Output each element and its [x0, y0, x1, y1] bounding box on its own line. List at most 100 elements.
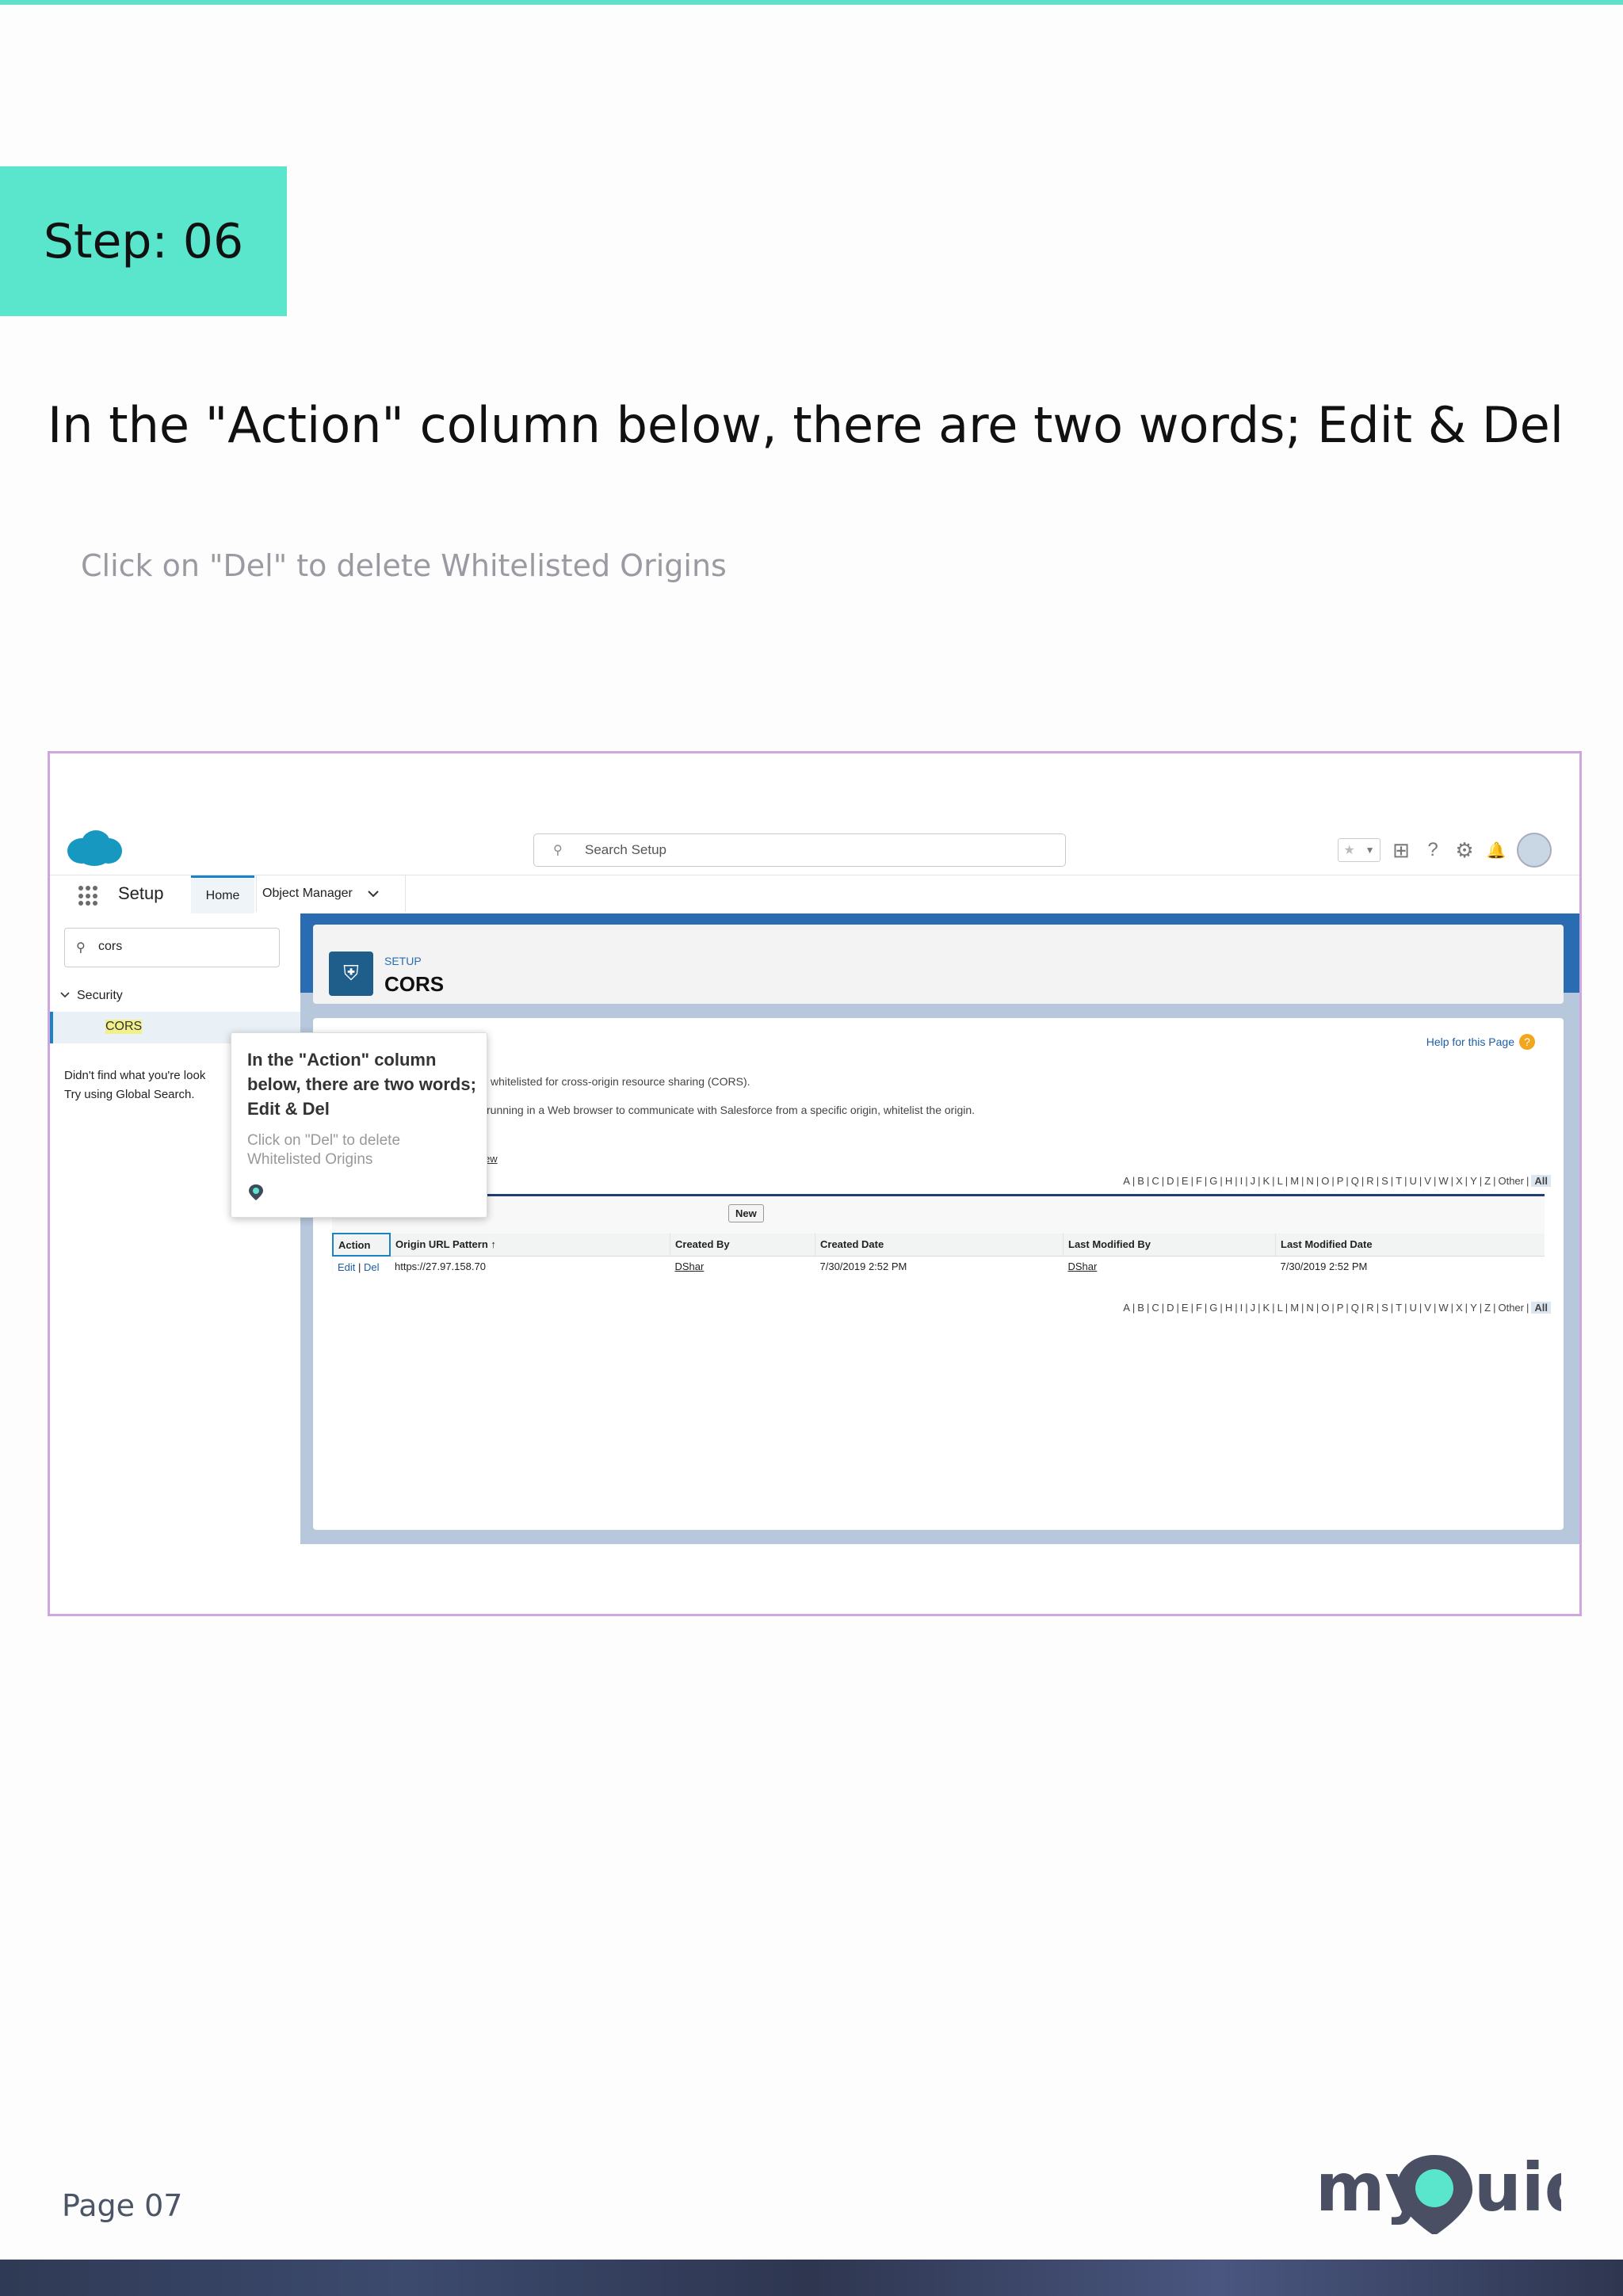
alphabet-filter-z[interactable]: Z — [1484, 1175, 1491, 1187]
notifications-bell-icon[interactable]: 🔔 — [1485, 839, 1507, 861]
modified-by-link[interactable]: DShar — [1068, 1261, 1098, 1272]
quick-find-input[interactable]: ⚲ cors — [64, 928, 280, 967]
alphabet-filter-v[interactable]: V — [1424, 1302, 1431, 1314]
created-by-link[interactable]: DShar — [675, 1261, 705, 1272]
column-header-last-modified-by[interactable]: Last Modified By — [1063, 1234, 1276, 1257]
alphabet-filter-f[interactable]: F — [1196, 1175, 1202, 1187]
alphabet-filter-p[interactable]: P — [1337, 1302, 1344, 1314]
alphabet-separator: | — [1220, 1302, 1223, 1314]
favorites-star-icon[interactable]: ★ ▼ — [1338, 838, 1381, 862]
alphabet-filter-b[interactable]: B — [1137, 1175, 1144, 1187]
alphabet-filter-e[interactable]: E — [1182, 1175, 1189, 1187]
help-icon[interactable]: ? — [1422, 839, 1444, 861]
search-icon: ⚲ — [76, 941, 86, 955]
alphabet-filter-y[interactable]: Y — [1470, 1175, 1477, 1187]
tab-home[interactable]: Home — [191, 875, 254, 914]
alphabet-filter-g[interactable]: G — [1209, 1175, 1217, 1187]
alphabet-filter-i[interactable]: I — [1240, 1302, 1243, 1314]
alphabet-filter-w[interactable]: W — [1438, 1175, 1448, 1187]
alphabet-filter-n[interactable]: N — [1306, 1175, 1313, 1187]
alphabet-filter-x[interactable]: X — [1456, 1175, 1463, 1187]
alphabet-filter-t[interactable]: T — [1396, 1175, 1402, 1187]
modified-by-cell: DShar — [1063, 1256, 1276, 1277]
sidebar-item-label: CORS — [105, 1020, 143, 1034]
alphabet-filter-b[interactable]: B — [1137, 1302, 1144, 1314]
alphabet-filter-t[interactable]: T — [1396, 1302, 1402, 1314]
alphabet-filter-k[interactable]: K — [1263, 1175, 1270, 1187]
alphabet-filter-r[interactable]: R — [1366, 1175, 1373, 1187]
column-header-created-date[interactable]: Created Date — [815, 1234, 1064, 1257]
new-button[interactable]: New — [728, 1204, 764, 1222]
alphabet-filter-other[interactable]: Other — [1498, 1175, 1524, 1187]
alphabet-filter-all[interactable]: All — [1531, 1175, 1551, 1187]
column-header-last-modified-date[interactable]: Last Modified Date — [1275, 1234, 1545, 1257]
alphabet-filter-x[interactable]: X — [1456, 1302, 1463, 1314]
alphabet-filter-v[interactable]: V — [1424, 1175, 1431, 1187]
description-line: cript) running in a Web browser to commu… — [459, 1104, 976, 1116]
alphabet-filter-w[interactable]: W — [1438, 1302, 1448, 1314]
alphabet-filter-d[interactable]: D — [1167, 1175, 1174, 1187]
sidebar-section-security[interactable]: Security — [59, 989, 123, 1003]
column-header-action[interactable]: Action — [332, 1233, 391, 1257]
alphabet-filter-u[interactable]: U — [1409, 1302, 1416, 1314]
alphabet-filter-p[interactable]: P — [1337, 1175, 1344, 1187]
sidebar-help-text: Try using Global Search. — [64, 1088, 195, 1101]
add-icon[interactable]: ⊞ — [1390, 838, 1412, 862]
del-link[interactable]: Del — [364, 1261, 380, 1273]
alphabet-filter-r[interactable]: R — [1366, 1302, 1373, 1314]
alphabet-filter-a[interactable]: A — [1123, 1302, 1130, 1314]
alphabet-filter-j[interactable]: J — [1251, 1302, 1256, 1314]
alphabet-filter-q[interactable]: Q — [1351, 1302, 1359, 1314]
alphabet-filter-y[interactable]: Y — [1470, 1302, 1477, 1314]
tooltip-description: Click on "Del" to delete Whitelisted Ori… — [247, 1132, 401, 1168]
action-cell: Edit | Del — [333, 1256, 390, 1277]
alphabet-filter-h[interactable]: H — [1225, 1175, 1232, 1187]
edit-link[interactable]: Edit — [338, 1261, 355, 1273]
alphabet-filter-other[interactable]: Other — [1498, 1302, 1524, 1314]
origins-table: Action Origin URL Pattern ↑ Created By C… — [332, 1233, 1545, 1277]
alphabet-filter-s[interactable]: S — [1381, 1175, 1388, 1187]
alphabet-filter-z[interactable]: Z — [1484, 1302, 1491, 1314]
alphabet-filter-a[interactable]: A — [1123, 1175, 1130, 1187]
alphabet-filter-m[interactable]: M — [1290, 1302, 1299, 1314]
alphabet-filter-u[interactable]: U — [1409, 1175, 1416, 1187]
whitelisted-origins-list: New Action Origin URL Pattern ↑ Created … — [332, 1194, 1545, 1277]
alphabet-filter-c[interactable]: C — [1151, 1175, 1159, 1187]
alphabet-filter-n[interactable]: N — [1306, 1302, 1313, 1314]
alphabet-separator: | — [1346, 1302, 1349, 1314]
settings-gear-icon[interactable]: ⚙ — [1453, 838, 1476, 862]
alphabet-filter-l[interactable]: L — [1277, 1302, 1283, 1314]
alphabet-filter-f[interactable]: F — [1196, 1302, 1202, 1314]
app-launcher-icon[interactable] — [78, 886, 99, 906]
alphabet-filter-o[interactable]: O — [1321, 1302, 1329, 1314]
search-setup-input[interactable]: ⚲ Search Setup — [533, 833, 1066, 867]
alphabet-filter-j[interactable]: J — [1251, 1175, 1256, 1187]
column-header-origin[interactable]: Origin URL Pattern ↑ — [389, 1234, 670, 1257]
header-icons: ★ ▼ ⊞ ? ⚙ 🔔 — [1338, 833, 1552, 868]
alphabet-filter-h[interactable]: H — [1225, 1302, 1232, 1314]
alphabet-separator: | — [1361, 1175, 1365, 1187]
salesforce-cloud-logo — [67, 830, 122, 866]
sidebar-help-text: Didn't find what you're look — [64, 1069, 206, 1082]
alphabet-filter-m[interactable]: M — [1290, 1175, 1299, 1187]
user-avatar[interactable] — [1517, 833, 1552, 868]
tab-object-manager[interactable]: Object Manager — [256, 875, 406, 912]
alphabet-separator: | — [1301, 1302, 1304, 1314]
alphabet-filter-g[interactable]: G — [1209, 1302, 1217, 1314]
alphabet-filter-e[interactable]: E — [1182, 1302, 1189, 1314]
help-for-page-link[interactable]: Help for this Page? — [1426, 1034, 1535, 1050]
alphabet-filter-all[interactable]: All — [1531, 1302, 1551, 1314]
alphabet-filter-l[interactable]: L — [1277, 1175, 1283, 1187]
alphabet-filter-k[interactable]: K — [1263, 1302, 1270, 1314]
alphabet-filter-q[interactable]: Q — [1351, 1175, 1359, 1187]
alphabet-separator: | — [1301, 1175, 1304, 1187]
alphabet-separator: | — [1204, 1302, 1208, 1314]
alphabet-filter-s[interactable]: S — [1381, 1302, 1388, 1314]
alphabet-filter-d[interactable]: D — [1167, 1302, 1174, 1314]
alphabet-filter-i[interactable]: I — [1240, 1175, 1243, 1187]
quick-find-value: cors — [98, 940, 123, 953]
column-header-created-by[interactable]: Created By — [670, 1234, 815, 1257]
alphabet-filter-c[interactable]: C — [1151, 1302, 1159, 1314]
alphabet-separator: | — [1161, 1302, 1165, 1314]
alphabet-filter-o[interactable]: O — [1321, 1175, 1329, 1187]
